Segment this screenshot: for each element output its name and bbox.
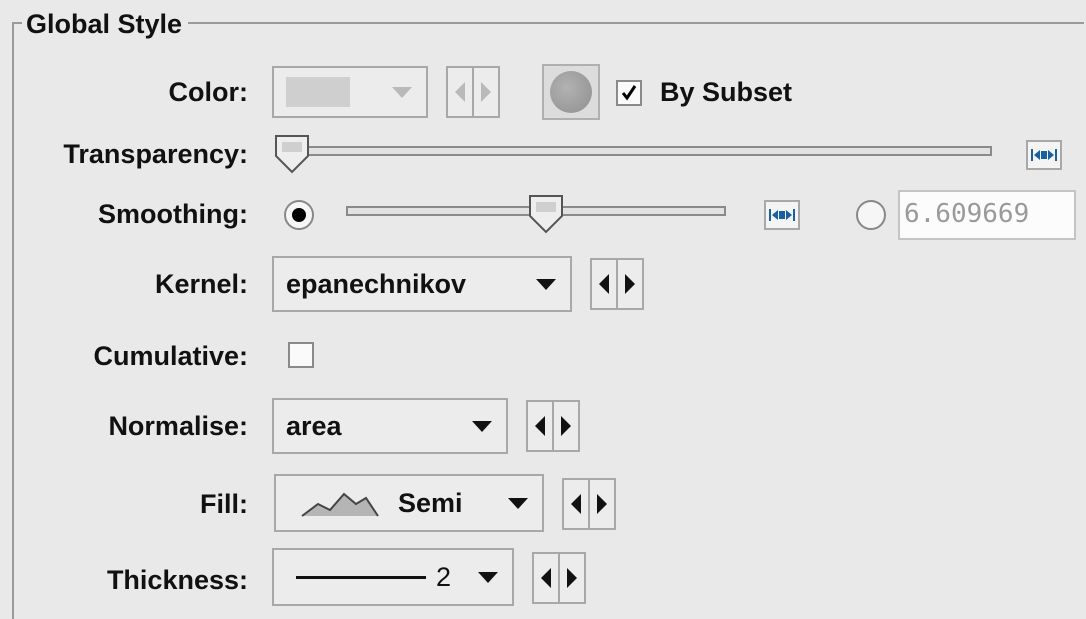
- checkmark-icon: [621, 85, 637, 101]
- chevron-down-icon: [478, 571, 498, 583]
- prev-fill-button[interactable]: [564, 480, 588, 528]
- kernel-combo[interactable]: epanechnikov: [272, 256, 572, 312]
- chevron-down-icon: [392, 86, 412, 98]
- transparency-slider-track[interactable]: [290, 146, 992, 156]
- color-chooser-button[interactable]: [542, 64, 600, 120]
- chevron-down-icon: [472, 420, 492, 432]
- semi-fill-curve-icon: [301, 492, 379, 517]
- right-arrow-icon: [567, 568, 577, 588]
- kernel-value: epanechnikov: [286, 268, 467, 299]
- color-spin-buttons[interactable]: [446, 66, 500, 118]
- fill-combo[interactable]: Semi: [274, 474, 544, 532]
- by-subset-label: By Subset: [660, 77, 793, 107]
- kernel-label: Kernel:: [154, 269, 248, 299]
- panel-title: Global Style: [22, 8, 189, 40]
- normalise-value: area: [286, 410, 342, 441]
- fit-range-icon: [1031, 149, 1057, 161]
- color-swatch: [286, 77, 350, 107]
- next-normalise-button[interactable]: [552, 402, 578, 450]
- line-thickness-icon: [296, 575, 426, 579]
- color-circle-icon: [550, 71, 592, 113]
- left-arrow-icon: [535, 416, 545, 436]
- smoothing-slider-radio[interactable]: [284, 200, 314, 230]
- fill-label: Fill:: [200, 489, 248, 519]
- smoothing-fit-button[interactable]: [764, 200, 800, 230]
- fill-value: Semi: [398, 487, 463, 518]
- thickness-value: 2: [436, 561, 452, 592]
- normalise-combo[interactable]: area: [272, 398, 508, 454]
- transparency-label: Transparency:: [63, 139, 248, 169]
- color-label: Color:: [168, 77, 248, 107]
- normalise-label: Normalise:: [108, 411, 248, 441]
- next-kernel-button[interactable]: [616, 260, 642, 308]
- prev-thickness-button[interactable]: [534, 554, 558, 602]
- next-color-button[interactable]: [472, 68, 498, 116]
- thickness-combo[interactable]: 2: [272, 548, 514, 606]
- fit-range-icon: [769, 209, 795, 221]
- left-arrow-icon: [599, 274, 609, 294]
- right-arrow-icon: [625, 274, 635, 294]
- thickness-label: Thickness:: [106, 565, 248, 595]
- transparency-slider-thumb[interactable]: [274, 134, 310, 174]
- smoothing-text-radio[interactable]: [856, 200, 886, 230]
- left-arrow-icon: [541, 568, 551, 588]
- prev-color-button[interactable]: [448, 68, 472, 116]
- prev-normalise-button[interactable]: [528, 402, 552, 450]
- chevron-down-icon: [508, 497, 528, 509]
- normalise-spin-buttons[interactable]: [526, 400, 580, 452]
- smoothing-value-field[interactable]: 6.609669: [898, 190, 1076, 240]
- right-arrow-icon: [561, 416, 571, 436]
- cumulative-label: Cumulative:: [93, 341, 248, 371]
- next-fill-button[interactable]: [588, 480, 614, 528]
- chevron-down-icon: [536, 278, 556, 290]
- left-arrow-icon: [571, 494, 581, 514]
- smoothing-label: Smoothing:: [98, 199, 248, 229]
- kernel-spin-buttons[interactable]: [590, 258, 644, 310]
- right-arrow-icon: [481, 82, 491, 102]
- fill-spin-buttons[interactable]: [562, 478, 616, 530]
- transparency-fit-button[interactable]: [1026, 140, 1062, 170]
- right-arrow-icon: [597, 494, 607, 514]
- smoothing-slider-thumb[interactable]: [528, 194, 564, 234]
- left-arrow-icon: [455, 82, 465, 102]
- prev-kernel-button[interactable]: [592, 260, 616, 308]
- next-thickness-button[interactable]: [558, 554, 584, 602]
- by-subset-checkbox[interactable]: [616, 80, 642, 106]
- cumulative-checkbox[interactable]: [288, 342, 314, 368]
- color-combo[interactable]: [272, 66, 428, 118]
- thickness-spin-buttons[interactable]: [532, 552, 586, 604]
- radio-selected-dot: [292, 208, 306, 222]
